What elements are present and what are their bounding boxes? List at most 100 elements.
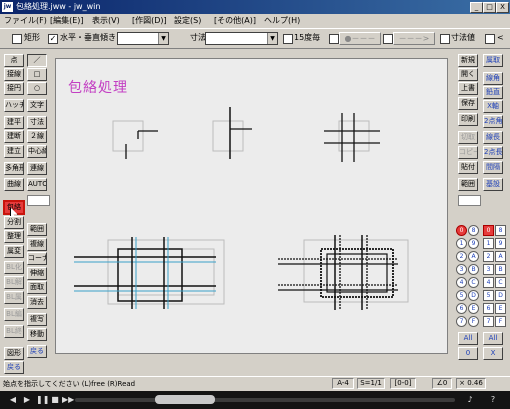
- deg15-checkbox[interactable]: [283, 34, 293, 44]
- minimize-button[interactable]: _: [470, 2, 483, 13]
- tool-paste[interactable]: 貼付: [458, 161, 478, 174]
- group-9-button[interactable]: 9: [468, 238, 479, 249]
- tool-copy-clip[interactable]: コピー: [458, 146, 478, 159]
- tool-center-line[interactable]: 中心線: [27, 145, 47, 158]
- help-icon[interactable]: ?: [488, 395, 498, 405]
- layer-b-button[interactable]: B: [495, 264, 506, 275]
- tool-block-end[interactable]: BL終: [4, 325, 24, 338]
- group-b-button[interactable]: B: [468, 264, 479, 275]
- tool-overwrite[interactable]: 上書: [458, 82, 478, 95]
- tool-chamfer[interactable]: 面取: [27, 281, 47, 294]
- group-4-button[interactable]: 4: [456, 277, 467, 288]
- tool-double-line[interactable]: ２線: [27, 130, 47, 143]
- tool-tangent[interactable]: 接線: [4, 68, 24, 81]
- seek-thumb[interactable]: [155, 395, 215, 404]
- group-7-button[interactable]: 7: [456, 316, 467, 327]
- tool-copy[interactable]: 複写: [27, 313, 47, 326]
- layer-2-button[interactable]: 2: [483, 251, 494, 262]
- menu-edit[interactable]: [編集(E)]: [50, 15, 84, 26]
- layer-7-button[interactable]: 7: [483, 316, 494, 327]
- menu-draw[interactable]: [作図(D)]: [132, 15, 167, 26]
- rect-checkbox[interactable]: [12, 34, 22, 44]
- layer-f-button[interactable]: F: [495, 316, 506, 327]
- status-zoom[interactable]: × 0.46: [456, 378, 486, 389]
- tool-x-axis[interactable]: X軸: [483, 100, 503, 113]
- group-0b-button[interactable]: 8: [468, 225, 479, 236]
- layer-1-button[interactable]: 1: [483, 238, 494, 249]
- group-e-button[interactable]: E: [468, 303, 479, 314]
- menu-help[interactable]: ヘルプ(H): [264, 15, 300, 26]
- close-button[interactable]: X: [496, 2, 509, 13]
- tool-figure[interactable]: 図形: [4, 347, 24, 360]
- play-icon[interactable]: ▶: [22, 395, 32, 405]
- tool-block-attribute[interactable]: BL属: [4, 291, 24, 304]
- layer-6-button[interactable]: 6: [483, 303, 494, 314]
- group-d-button[interactable]: D: [468, 290, 479, 301]
- linetype2-checkbox[interactable]: [383, 34, 393, 44]
- tool-tangent-circle[interactable]: 接円: [4, 82, 24, 95]
- tool-range[interactable]: 範囲: [27, 223, 47, 236]
- layer-all-button[interactable]: All: [483, 332, 503, 345]
- layer-4-button[interactable]: 4: [483, 277, 494, 288]
- size-combo[interactable]: ▼: [205, 32, 278, 45]
- tool-cut[interactable]: 切取: [458, 131, 478, 144]
- tool-arrange[interactable]: 整理: [4, 230, 24, 243]
- tool-stretch[interactable]: 伸縮: [27, 267, 47, 280]
- tool-polygon[interactable]: 多角形: [4, 162, 24, 175]
- linetype1-button[interactable]: ●－－－: [339, 32, 381, 45]
- tool-base-set[interactable]: 基設: [483, 178, 503, 191]
- tool-move[interactable]: 移動: [27, 328, 47, 341]
- tool-block-explode[interactable]: BL解: [4, 276, 24, 289]
- status-paper[interactable]: A-4: [332, 378, 354, 389]
- group-c-button[interactable]: C: [468, 277, 479, 288]
- layer-0-button[interactable]: 0: [483, 225, 494, 236]
- next-icon[interactable]: ▶▶: [62, 395, 74, 405]
- tool-circle[interactable]: ○: [27, 82, 47, 95]
- tool-offset[interactable]: 複線: [27, 238, 47, 251]
- tool-save[interactable]: 保存: [458, 97, 478, 110]
- layer-e-button[interactable]: E: [495, 303, 506, 314]
- group-all-button[interactable]: All: [458, 332, 478, 345]
- tool-rectangle[interactable]: □: [27, 68, 47, 81]
- tool-text[interactable]: 文字: [27, 99, 47, 112]
- tool-new[interactable]: 新規: [458, 54, 478, 67]
- dimval-checkbox[interactable]: [440, 34, 450, 44]
- stop-icon[interactable]: ■: [50, 395, 60, 405]
- tool-plan[interactable]: 建平: [4, 116, 24, 129]
- tool-continuous-line[interactable]: 連線: [27, 162, 47, 175]
- group-5-button[interactable]: 5: [456, 290, 467, 301]
- drawing-canvas[interactable]: 包絡処理: [55, 58, 448, 354]
- tool-dimension[interactable]: 寸法: [27, 116, 47, 129]
- tool-point[interactable]: 点: [4, 54, 24, 67]
- tool-attr-pick[interactable]: 属取: [483, 54, 503, 67]
- tool-corner[interactable]: コーナー: [27, 252, 47, 265]
- hv-checkbox[interactable]: ✓: [48, 34, 58, 44]
- tool-split[interactable]: 分割: [4, 216, 24, 229]
- layer-5-button[interactable]: 5: [483, 290, 494, 301]
- status-layer[interactable]: [0-0]: [390, 378, 416, 389]
- group-0-button[interactable]: 0: [456, 225, 467, 236]
- tool-undo[interactable]: 戻る: [27, 345, 47, 358]
- tool-line-length[interactable]: 線長: [483, 131, 503, 144]
- seek-track[interactable]: [75, 398, 455, 402]
- linetype2-button[interactable]: －－－>: [393, 32, 435, 45]
- tool-range-select[interactable]: 範囲: [458, 178, 478, 191]
- menu-view[interactable]: 表示(V): [92, 15, 120, 26]
- tool-back[interactable]: 戻る: [4, 361, 24, 374]
- tool-auto[interactable]: AUTO: [27, 178, 47, 191]
- status-scale[interactable]: S=1/1: [357, 378, 385, 389]
- group-3-button[interactable]: 3: [456, 264, 467, 275]
- tool-attribute-change[interactable]: 属変: [4, 245, 24, 258]
- tool-2pt-length[interactable]: 2点長: [483, 146, 503, 159]
- layer-zero-button[interactable]: 0: [458, 347, 478, 360]
- layer-x-button[interactable]: X: [483, 347, 503, 360]
- layer-a-button[interactable]: A: [495, 251, 506, 262]
- menu-file[interactable]: ファイル(F): [4, 15, 47, 26]
- group-f-button[interactable]: F: [468, 316, 479, 327]
- tool-block-make[interactable]: BL化: [4, 261, 24, 274]
- tool-vertical[interactable]: 鉛直: [483, 86, 503, 99]
- layer-3-button[interactable]: 3: [483, 264, 494, 275]
- status-angle[interactable]: ∠0: [432, 378, 452, 389]
- rewind-icon[interactable]: ◀: [8, 395, 18, 405]
- volume-icon[interactable]: ♪: [465, 395, 475, 405]
